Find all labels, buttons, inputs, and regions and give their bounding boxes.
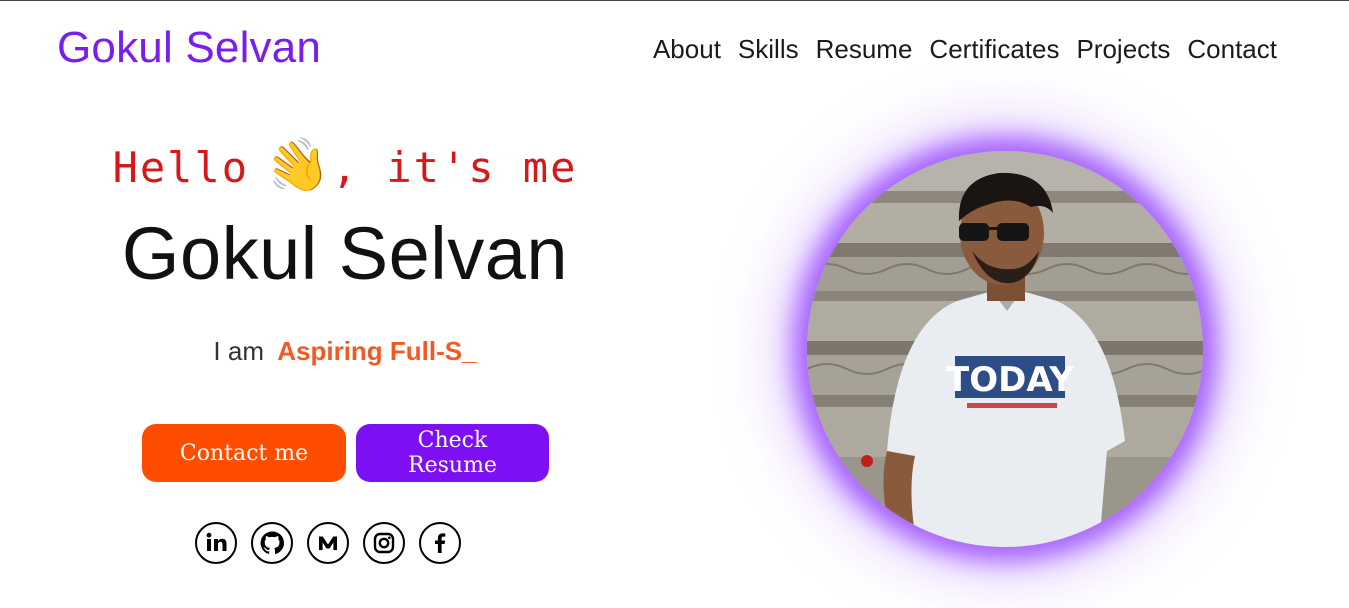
profile-photo-illustration: TODAY — [807, 151, 1203, 547]
facebook-icon[interactable] — [419, 522, 461, 564]
greeting-hello: Hello — [112, 142, 250, 192]
tagline-intro: I am — [213, 336, 264, 366]
instagram-icon[interactable] — [363, 522, 405, 564]
profile-photo: TODAY — [807, 151, 1203, 547]
hero-greeting: Hello 👋 , it's me — [100, 129, 590, 205]
waving-hand-icon: 👋 — [258, 129, 339, 205]
greeting-its-me: , it's me — [331, 142, 578, 192]
hero-name: Gokul Selvan — [121, 212, 569, 295]
brand-logo[interactable]: Gokul Selvan — [57, 23, 321, 73]
nav-skills[interactable]: Skills — [738, 34, 799, 65]
contact-me-button[interactable]: Contact me — [142, 424, 346, 482]
nav-resume[interactable]: Resume — [816, 34, 913, 65]
nav-certificates[interactable]: Certificates — [929, 34, 1059, 65]
linkedin-icon[interactable] — [195, 522, 237, 564]
hero-actions: Contact me Check Resume — [142, 424, 549, 482]
tagline-role: Aspiring Full-S_ — [277, 336, 477, 366]
github-icon[interactable] — [251, 522, 293, 564]
portfolio-page: Gokul Selvan About Skills Resume Certifi… — [0, 0, 1349, 608]
medium-icon[interactable] — [307, 522, 349, 564]
nav-contact[interactable]: Contact — [1187, 34, 1277, 65]
shirt-print-text: TODAY — [946, 360, 1074, 400]
hero-intro: Hello 👋 , it's me Gokul Selvan I am Aspi… — [100, 129, 590, 367]
check-resume-button[interactable]: Check Resume — [356, 424, 549, 482]
nav-about[interactable]: About — [653, 34, 721, 65]
main-nav: About Skills Resume Certificates Project… — [653, 34, 1277, 65]
social-links — [195, 522, 461, 564]
nav-projects[interactable]: Projects — [1076, 34, 1170, 65]
hero-tagline: I am Aspiring Full-S_ — [100, 336, 590, 367]
